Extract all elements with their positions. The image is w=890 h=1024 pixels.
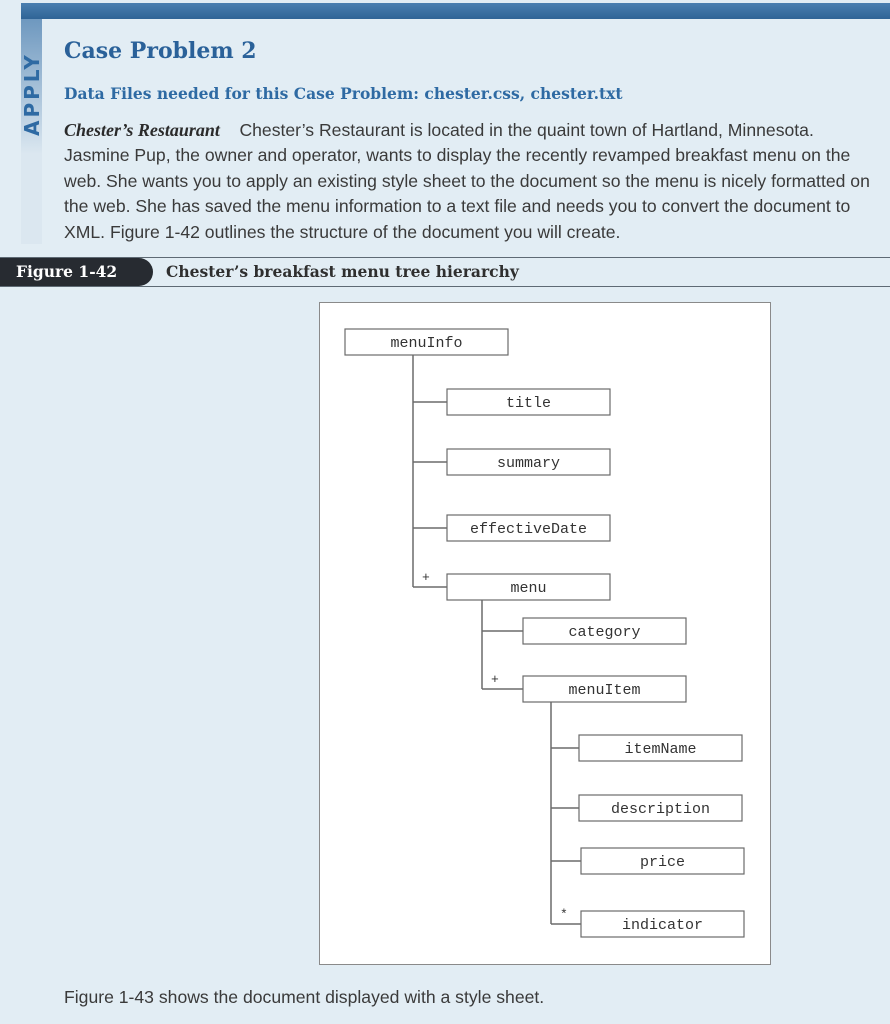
occurrence-marker-indicator: * <box>560 907 568 922</box>
node-label: indicator <box>622 917 703 934</box>
node-label: menu <box>510 580 546 597</box>
node-label: menuItem <box>568 682 640 699</box>
tree-node-menuItem: menuItem <box>522 675 687 703</box>
node-label: price <box>640 854 685 871</box>
node-label: category <box>568 624 640 641</box>
tree-node-summary: summary <box>446 448 611 476</box>
node-label: title <box>506 395 551 412</box>
tree-node-category: category <box>522 617 687 645</box>
node-label: summary <box>497 455 560 472</box>
tree-node-price: price <box>580 847 745 875</box>
tree-diagram: + + * menuInfo title summary effectiveDate menu… <box>344 328 745 938</box>
tree-node-itemName: itemName <box>578 734 743 762</box>
tree-node-title: title <box>446 388 611 416</box>
occurrence-marker-menuItem: + <box>491 672 499 687</box>
occurrence-marker-menu: + <box>422 570 430 585</box>
tree-node-indicator: indicator <box>580 910 745 938</box>
node-label: description <box>611 801 710 818</box>
node-label: effectiveDate <box>470 521 587 538</box>
footer-text: Figure 1-43 shows the document displayed… <box>64 987 545 1007</box>
tree-node-effectiveDate: effectiveDate <box>446 514 611 542</box>
tree-node-description: description <box>578 794 743 822</box>
node-label: menuInfo <box>390 335 462 352</box>
node-label: itemName <box>624 741 696 758</box>
tree-node-menuInfo: menuInfo <box>344 328 509 356</box>
tree-node-menu: menu <box>446 573 611 601</box>
